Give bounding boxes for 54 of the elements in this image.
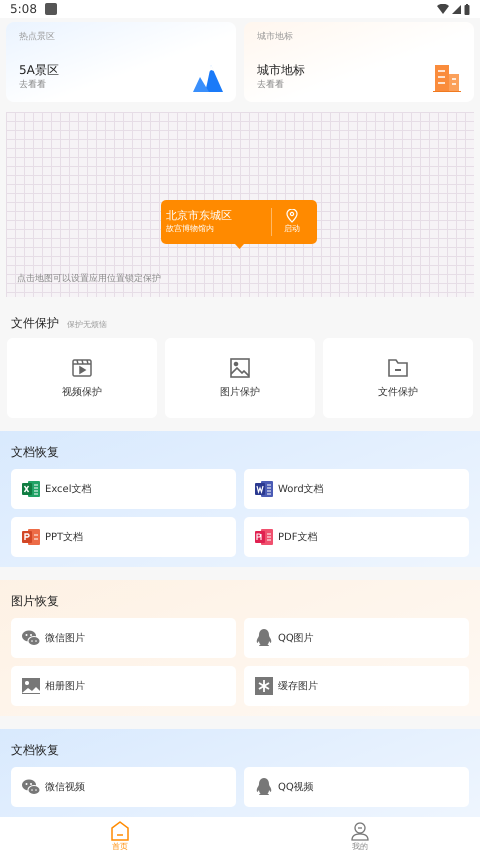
card-title: 5A景区 (19, 62, 59, 78)
spreadsheet-icon (21, 479, 41, 499)
recovery-item[interactable]: Word文档 (244, 469, 469, 509)
card-subtitle: 去看看 (19, 78, 47, 92)
buildings-icon (433, 64, 461, 92)
mountains-icon (193, 64, 223, 92)
nav-tab[interactable]: 我的 (240, 817, 480, 857)
notification-icon (44, 3, 57, 15)
card-caption: 城市地标 (257, 31, 294, 44)
video-icon (71, 356, 93, 378)
document-icon (254, 479, 274, 499)
wifi-icon (437, 4, 449, 14)
category-card[interactable]: 热点景区 5A景区 去看看 (6, 22, 236, 102)
image-icon (21, 676, 41, 696)
card-title: 城市地标 (257, 62, 305, 78)
protection-card[interactable]: 图片保护 (165, 338, 315, 418)
recovery-item[interactable]: QQ视频 (244, 767, 469, 807)
penguin-icon (254, 777, 274, 797)
section-title: 图片恢复 (11, 593, 60, 610)
protection-card[interactable]: 文件保护 (323, 338, 473, 418)
recovery-item[interactable]: 相册图片 (11, 666, 236, 706)
chat-bubbles-icon (21, 628, 41, 648)
recovery-item[interactable]: PDF文档 (244, 517, 469, 557)
presentation-icon (21, 527, 41, 547)
user-icon (350, 821, 370, 841)
popup-pointer-icon (235, 244, 244, 249)
recovery-item[interactable]: 微信视频 (11, 767, 236, 807)
section-title: 文件保护 (11, 315, 59, 332)
location-name: 北京市东城区 (166, 209, 233, 223)
chat-bubbles-icon (21, 777, 41, 797)
battery-icon (464, 4, 470, 14)
category-card[interactable]: 城市地标 城市地标 去看看 (244, 22, 474, 102)
section-subtitle: 保护无烦恼 (67, 319, 107, 331)
location-pin-icon (286, 209, 298, 223)
image-icon (229, 356, 251, 378)
card-subtitle: 去看看 (257, 78, 285, 92)
section-title: 文档恢复 (11, 444, 60, 461)
map-hint: 点击地图可以设置应用位置锁定保护 (17, 272, 161, 286)
recovery-item[interactable]: QQ图片 (244, 618, 469, 658)
location-detail: 故宫博物馆内 (166, 223, 215, 235)
snowflake-icon (254, 676, 274, 696)
recovery-item[interactable]: 微信图片 (11, 618, 236, 658)
section-title: 文档恢复 (11, 742, 60, 759)
clock-time: 5:08 (10, 1, 37, 18)
recovery-item[interactable]: Excel文档 (11, 469, 236, 509)
card-caption: 热点景区 (19, 31, 56, 44)
signal-icon (452, 4, 461, 14)
protection-card[interactable]: 视频保护 (7, 338, 157, 418)
recovery-item[interactable]: PPT文档 (11, 517, 236, 557)
folder-icon (387, 356, 409, 378)
penguin-icon (254, 628, 274, 648)
pdf-file-icon (254, 527, 274, 547)
recovery-item[interactable]: 缓存图片 (244, 666, 469, 706)
home-icon (111, 821, 129, 841)
